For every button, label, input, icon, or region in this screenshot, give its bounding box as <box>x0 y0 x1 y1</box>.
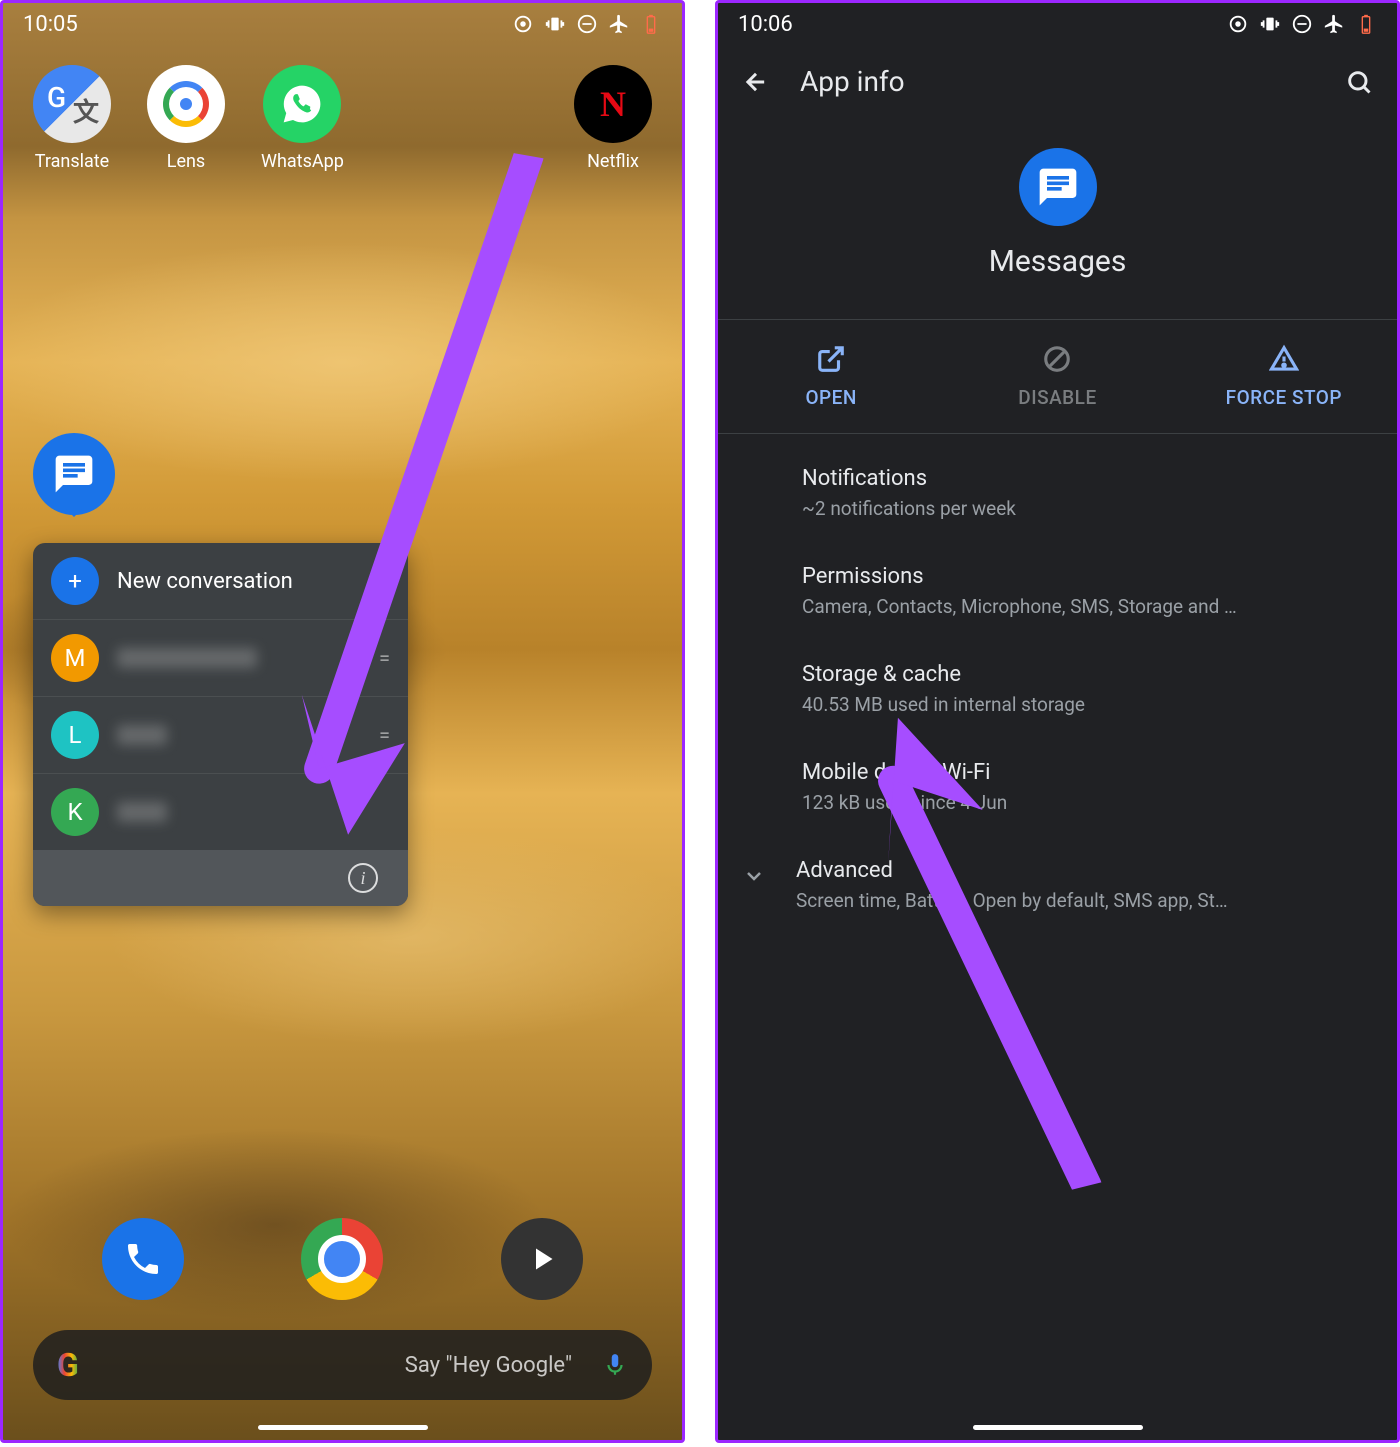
shortcut-label: New conversation <box>117 569 361 594</box>
setting-storage[interactable]: Storage & cache 40.53 MB used in interna… <box>718 640 1397 738</box>
whatsapp-icon <box>263 65 341 143</box>
setting-mobile-data[interactable]: Mobile data & Wi‑Fi 123 kB used since 4 … <box>718 738 1397 836</box>
search-hint: Say "Hey Google" <box>99 1353 582 1378</box>
contact-avatar: M <box>51 634 99 682</box>
phone-app[interactable] <box>102 1218 184 1300</box>
app-label: WhatsApp <box>261 151 344 172</box>
chrome-app[interactable] <box>301 1218 383 1300</box>
shortcut-footer: i <box>33 850 408 906</box>
app-label: Lens <box>167 151 205 172</box>
google-search-bar[interactable]: G Say "Hey Google" <box>33 1330 652 1400</box>
status-bar: 10:06 <box>718 3 1397 45</box>
status-time: 10:06 <box>738 12 793 37</box>
app-messages-long-pressed[interactable] <box>33 433 115 515</box>
warning-icon <box>1269 344 1299 374</box>
setting-title: Notifications <box>802 466 1363 491</box>
shortcut-new-conversation[interactable]: + New conversation = <box>33 543 408 619</box>
google-logo-icon: G <box>57 1346 79 1384</box>
setting-title: Permissions <box>802 564 1363 589</box>
settings-list: Notifications ~2 notifications per week … <box>718 434 1397 944</box>
target-icon <box>512 13 534 35</box>
play-store-app[interactable] <box>501 1218 583 1300</box>
dock <box>3 1218 682 1300</box>
action-row: OPEN DISABLE FORCE STOP <box>718 319 1397 434</box>
app-row: Translate Lens WhatsApp N Netflix <box>3 45 682 192</box>
setting-advanced[interactable]: Advanced Screen time, Battery, Open by d… <box>718 836 1397 934</box>
shortcut-contact[interactable]: K <box>33 773 408 850</box>
shortcut-contact[interactable]: M = <box>33 619 408 696</box>
app-info-button[interactable]: i <box>348 863 378 893</box>
search-button[interactable] <box>1345 68 1373 96</box>
status-time: 10:05 <box>23 12 78 37</box>
contact-name-redacted <box>117 725 167 745</box>
setting-subtitle: 123 kB used since 4 Jun <box>802 791 1363 814</box>
messages-icon <box>1036 165 1080 209</box>
contact-avatar: K <box>51 788 99 836</box>
gesture-nav-pill[interactable] <box>973 1425 1143 1430</box>
dnd-icon <box>1291 13 1313 35</box>
contact-avatar: L <box>51 711 99 759</box>
app-label: Netflix <box>587 151 639 172</box>
app-netflix[interactable]: N Netflix <box>574 65 652 172</box>
contact-name-redacted <box>117 648 257 668</box>
open-button[interactable]: OPEN <box>718 320 944 433</box>
vibrate-icon <box>1259 13 1281 35</box>
setting-title: Advanced <box>796 858 1363 883</box>
page-title: App info <box>800 65 1315 98</box>
battery-icon <box>1355 13 1377 35</box>
force-stop-button[interactable]: FORCE STOP <box>1171 320 1397 433</box>
shortcut-contact[interactable]: L = <box>33 696 408 773</box>
disable-icon <box>1042 344 1072 374</box>
plus-icon: + <box>51 557 99 605</box>
home-screen: 10:05 Translate Lens <box>0 0 685 1443</box>
messages-icon <box>52 452 96 496</box>
setting-notifications[interactable]: Notifications ~2 notifications per week <box>718 444 1397 542</box>
header: App info <box>718 45 1397 128</box>
target-icon <box>1227 13 1249 35</box>
phone-icon <box>123 1239 163 1279</box>
action-label: FORCE STOP <box>1226 386 1342 409</box>
setting-title: Mobile data & Wi‑Fi <box>802 760 1363 785</box>
battery-icon <box>640 13 662 35</box>
app-label: Translate <box>35 151 109 172</box>
translate-icon <box>33 65 111 143</box>
mic-icon[interactable] <box>602 1352 628 1378</box>
action-label: DISABLE <box>1018 386 1096 409</box>
app-whatsapp[interactable]: WhatsApp <box>261 65 344 172</box>
app-translate[interactable]: Translate <box>33 65 111 172</box>
app-name: Messages <box>718 244 1397 279</box>
play-icon <box>524 1241 560 1277</box>
app-hero: Messages <box>718 128 1397 319</box>
gesture-nav-pill[interactable] <box>258 1425 428 1430</box>
contact-name-redacted <box>117 802 167 822</box>
airplane-icon <box>1323 13 1345 35</box>
airplane-icon <box>608 13 630 35</box>
app-lens[interactable]: Lens <box>147 65 225 172</box>
chevron-down-icon <box>742 864 766 888</box>
app-info-screen: 10:06 App info Messages <box>715 0 1400 1443</box>
vibrate-icon <box>544 13 566 35</box>
disable-button: DISABLE <box>944 320 1170 433</box>
back-button[interactable] <box>742 68 770 96</box>
app-shortcut-popup: + New conversation = M = L = K i <box>33 543 408 906</box>
setting-subtitle: ~2 notifications per week <box>802 497 1363 520</box>
setting-permissions[interactable]: Permissions Camera, Contacts, Microphone… <box>718 542 1397 640</box>
dnd-icon <box>576 13 598 35</box>
drag-handle-icon[interactable]: = <box>379 723 390 747</box>
setting-subtitle: Screen time, Battery, Open by default, S… <box>796 889 1363 912</box>
netflix-icon: N <box>574 65 652 143</box>
setting-subtitle: 40.53 MB used in internal storage <box>802 693 1363 716</box>
drag-handle-icon[interactable]: = <box>379 646 390 670</box>
setting-title: Storage & cache <box>802 662 1363 687</box>
lens-icon <box>147 65 225 143</box>
open-icon <box>816 344 846 374</box>
action-label: OPEN <box>805 386 856 409</box>
setting-subtitle: Camera, Contacts, Microphone, SMS, Stora… <box>802 595 1363 618</box>
status-bar: 10:05 <box>3 3 682 45</box>
drag-handle-icon[interactable]: = <box>379 569 390 593</box>
